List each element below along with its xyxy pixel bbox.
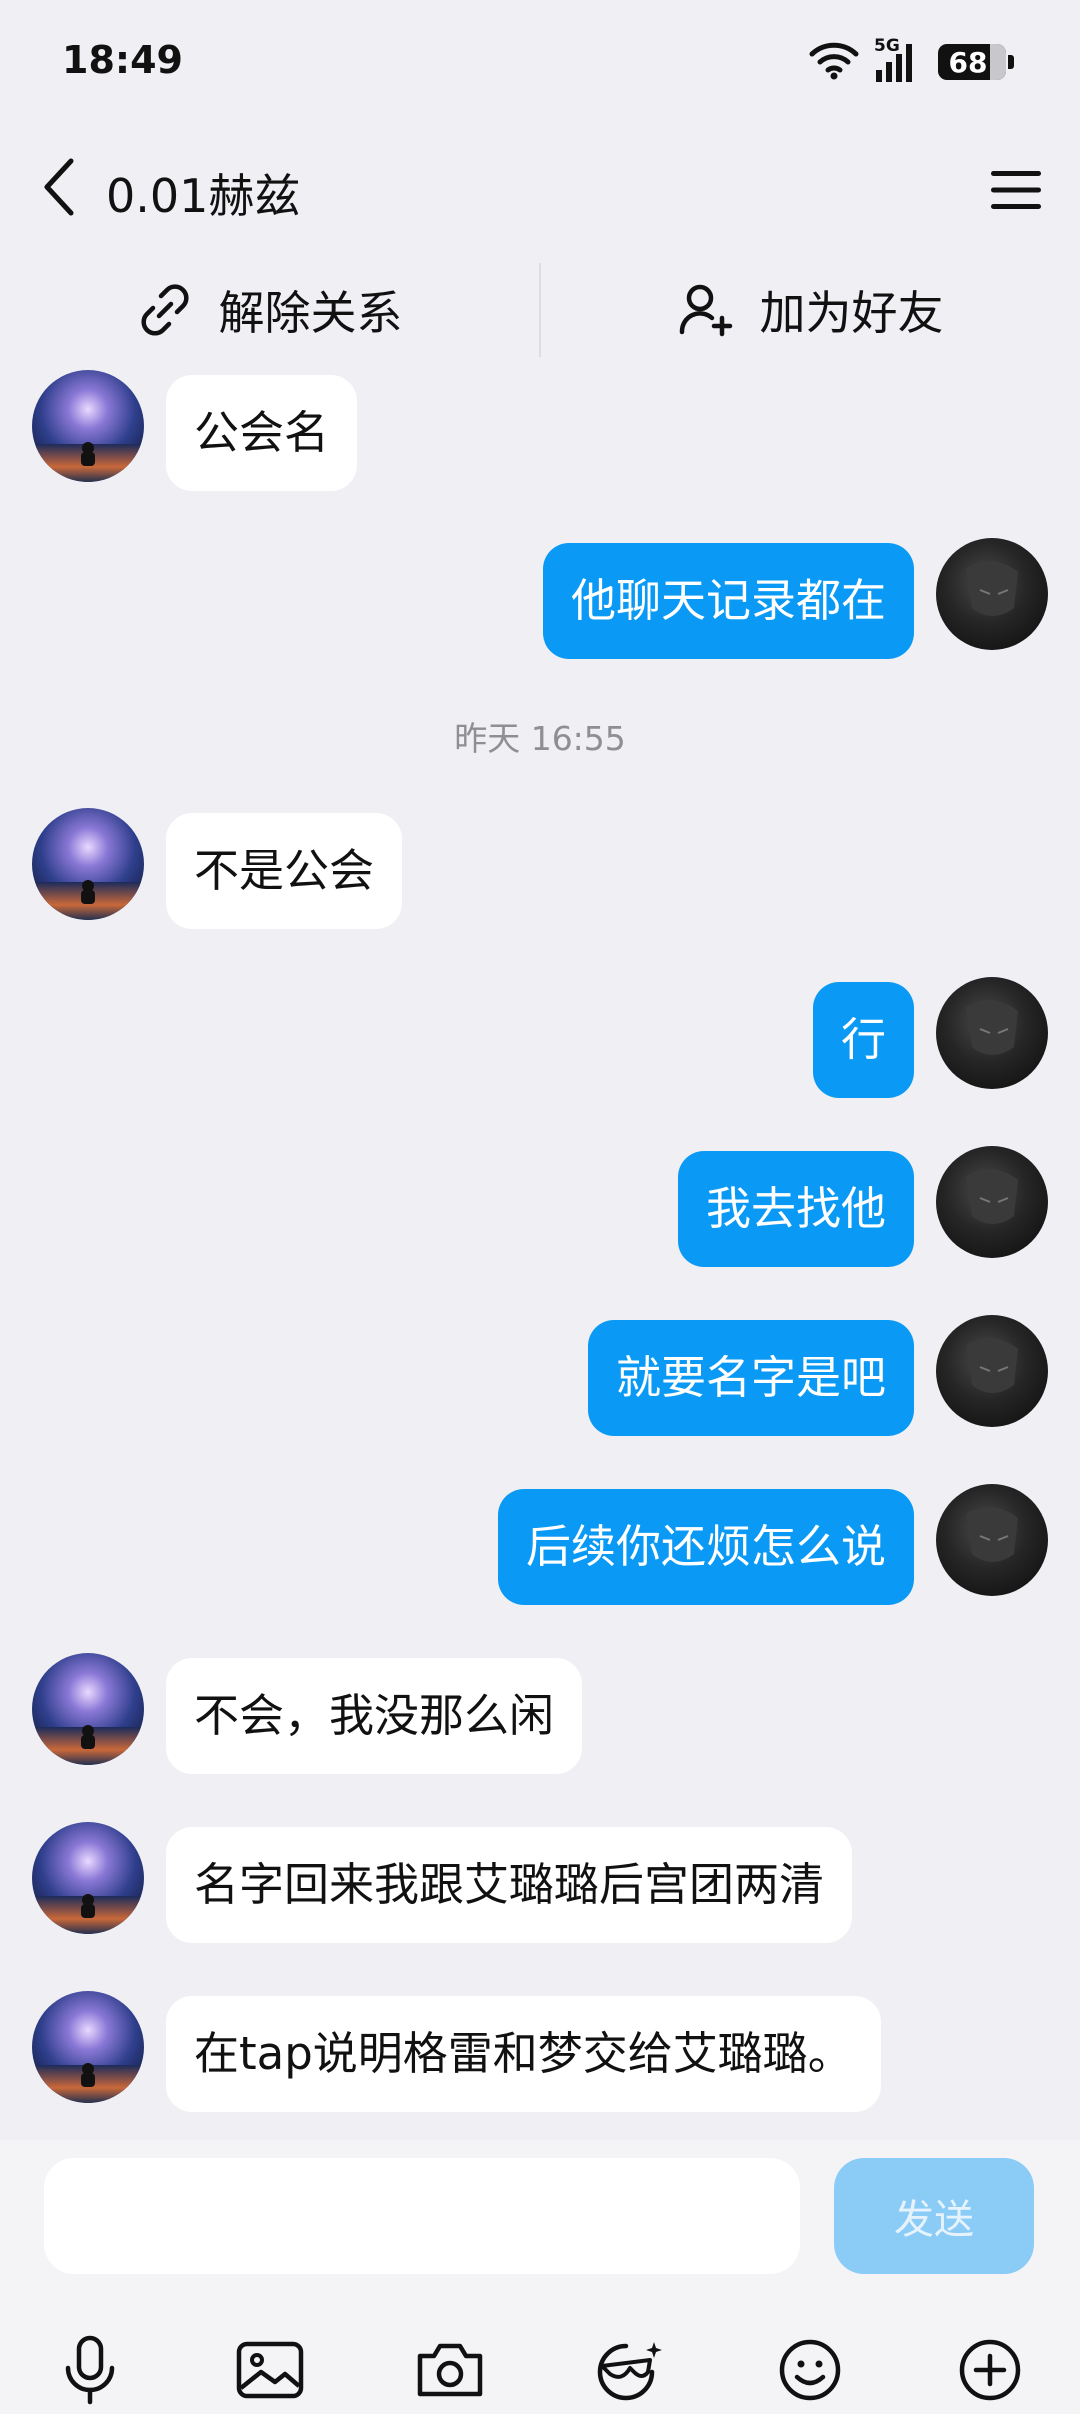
wifi-icon (808, 40, 860, 84)
message-input[interactable] (44, 2158, 800, 2274)
message-bubble-outgoing[interactable]: 行 (812, 982, 914, 1098)
back-button[interactable] (34, 152, 84, 222)
voice-button[interactable] (50, 2330, 130, 2410)
chat-title: 0.01赫兹 (106, 169, 301, 223)
menu-icon (991, 171, 1041, 209)
chat-screen: 18:49 5G 68 0.01赫兹 解除关系 加为好友 公会名 他聊天记录都在… (0, 0, 1080, 2414)
composer: 发送 (0, 2140, 1080, 2414)
my-avatar[interactable] (936, 977, 1048, 1089)
chevron-left-icon (44, 158, 74, 216)
unbind-relation-button[interactable]: 解除关系 (0, 260, 539, 360)
menu-button[interactable] (986, 160, 1046, 220)
contact-avatar[interactable] (32, 1991, 144, 2103)
message-bubble-incoming[interactable]: 名字回来我跟艾璐璐后宫团两清 (166, 1827, 853, 1943)
send-button[interactable]: 发送 (834, 2158, 1034, 2274)
unlink-icon (140, 284, 189, 336)
my-avatar[interactable] (936, 1315, 1048, 1427)
emoji-icon (779, 2339, 841, 2401)
status-time: 18:49 (62, 38, 183, 82)
emoji-button[interactable] (770, 2330, 850, 2410)
status-icons: 5G 68 (808, 36, 1014, 84)
add-user-icon (679, 284, 732, 337)
contact-avatar[interactable] (32, 1653, 144, 1765)
message-bubble-outgoing[interactable]: 就要名字是吧 (587, 1320, 914, 1436)
message-bubble-outgoing[interactable]: 我去找他 (677, 1151, 914, 1267)
status-bar: 18:49 5G 68 (0, 0, 1080, 120)
more-button[interactable] (950, 2330, 1030, 2410)
add-friend-label: 加为好友 (759, 286, 944, 340)
battery-tip (1008, 55, 1014, 69)
add-friend-button[interactable]: 加为好友 (541, 260, 1080, 360)
message-bubble-incoming[interactable]: 不是公会 (166, 813, 403, 929)
chat-header: 0.01赫兹 (0, 120, 1080, 260)
contact-avatar[interactable] (32, 1822, 144, 1934)
relation-action-bar: 解除关系 加为好友 (0, 260, 1080, 360)
image-button[interactable] (230, 2330, 310, 2410)
message-bubble-incoming[interactable]: 在tap说明格雷和梦交给艾璐璐。 (166, 1996, 881, 2112)
camera-button[interactable] (410, 2330, 490, 2410)
my-avatar[interactable] (936, 1146, 1048, 1258)
my-avatar[interactable] (936, 1484, 1048, 1596)
message-bubble-incoming[interactable]: 公会名 (166, 375, 358, 491)
contact-avatar[interactable] (32, 808, 144, 920)
battery-level: 68 (948, 45, 988, 79)
plus-icon (959, 2339, 1021, 2401)
contact-avatar[interactable] (32, 370, 144, 482)
microphone-icon (65, 2335, 115, 2405)
composer-toolbar (0, 2330, 1080, 2410)
message-bubble-incoming[interactable]: 不会，我没那么闲 (166, 1658, 583, 1774)
my-avatar[interactable] (936, 538, 1048, 650)
cellular-signal-icon: 5G (874, 36, 924, 84)
image-icon (236, 2341, 304, 2399)
message-bubble-outgoing[interactable]: 他聊天记录都在 (542, 543, 914, 659)
sticker-icon (597, 2342, 662, 2401)
battery-icon: 68 (938, 44, 1006, 80)
camera-icon (417, 2343, 483, 2397)
message-bubble-outgoing[interactable]: 后续你还烦怎么说 (497, 1489, 914, 1605)
timestamp: 昨天 16:55 (454, 719, 626, 758)
unbind-label: 解除关系 (218, 286, 403, 340)
sticker-button[interactable] (588, 2330, 668, 2410)
